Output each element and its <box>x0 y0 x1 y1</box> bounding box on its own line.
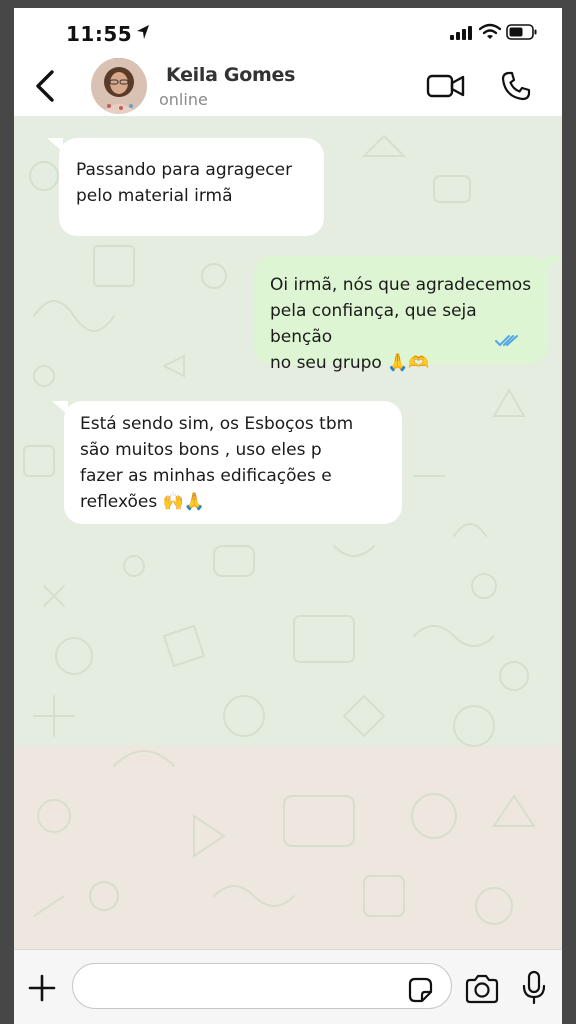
bubble-tail <box>546 256 562 270</box>
double-check-read-icon <box>495 335 518 347</box>
contact-status: online <box>159 90 208 109</box>
video-call-button[interactable] <box>426 72 466 100</box>
wifi-icon <box>479 23 501 39</box>
chat-area[interactable]: Passando para agragecer pelo material ir… <box>14 116 562 949</box>
microphone-button[interactable] <box>520 970 548 1006</box>
status-bar: 11:55 <box>14 8 562 56</box>
message-bubble-outgoing[interactable]: Oi irmã, nós que agradecemos pela confia… <box>254 256 562 373</box>
cellular-signal-icon <box>450 26 472 40</box>
contact-name[interactable]: Keila Gomes <box>166 64 295 86</box>
chat-header: Keila Gomes online <box>14 56 562 116</box>
message-bubble-incoming[interactable]: Passando para agragecer pelo material ir… <box>47 138 324 236</box>
bubble-tail <box>52 401 68 415</box>
avatar[interactable] <box>91 58 147 114</box>
battery-icon <box>506 24 537 40</box>
add-attachment-button[interactable] <box>26 972 58 1004</box>
message-text: Oi irmã, nós que agradecemos pela confia… <box>270 275 532 373</box>
camera-button[interactable] <box>464 974 500 1004</box>
bubble-tail <box>47 138 63 152</box>
message-bubble-incoming[interactable]: Está sendo sim, os Esboços tbm são muito… <box>52 401 402 524</box>
wallpaper-doodles <box>23 134 536 925</box>
status-time: 11:55 <box>66 22 133 46</box>
avatar-photo <box>91 58 147 114</box>
message-input-bar <box>14 949 562 1024</box>
message-text: Está sendo sim, os Esboços tbm são muito… <box>80 414 354 512</box>
message-input[interactable] <box>72 963 452 1009</box>
back-button[interactable] <box>28 66 64 106</box>
sticker-button[interactable] <box>406 976 434 1004</box>
location-arrow-icon <box>137 25 149 39</box>
voice-call-button[interactable] <box>500 70 532 102</box>
message-text: Passando para agragecer pelo material ir… <box>76 160 293 206</box>
phone-screen: 11:55 Keila Gomes online Passando para a… <box>14 8 562 1024</box>
